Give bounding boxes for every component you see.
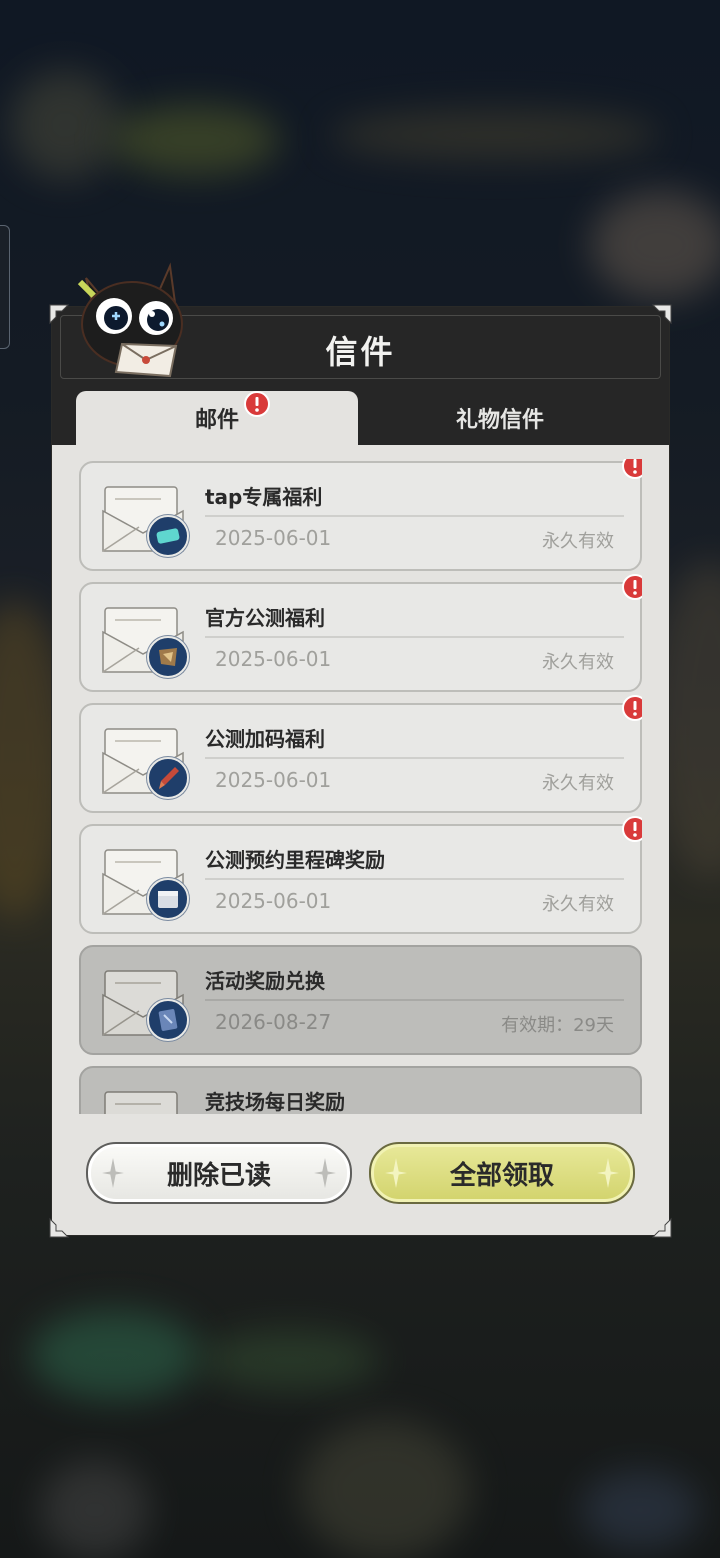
mail-title: 公测预约里程碑奖励 <box>205 848 385 872</box>
sparkle-icon <box>314 1158 336 1188</box>
unread-alert-icon <box>244 391 270 417</box>
unread-alert-icon <box>622 695 642 721</box>
mail-item[interactable]: 公测预约里程碑奖励 2025-06-01 永久有效 <box>79 816 642 934</box>
claim-all-button[interactable]: 全部领取 <box>369 1142 635 1204</box>
mail-validity: 永久有效 <box>542 531 614 552</box>
mail-title: 竞技场每日奖励 <box>205 1090 345 1114</box>
tab-label: 礼物信件 <box>455 408 544 433</box>
mail-item[interactable]: 公测加码福利 2025-06-01 永久有效 <box>79 695 642 813</box>
delete-read-button[interactable]: 删除已读 <box>86 1142 352 1204</box>
mail-item[interactable]: 竞技场每日奖励 <box>79 1066 642 1114</box>
mail-date: 2026-08-27 <box>215 1010 332 1034</box>
black-cat-mascot-icon <box>77 262 183 378</box>
mail-date: 2025-06-01 <box>215 526 332 550</box>
tap-coupon-icon <box>147 515 189 557</box>
brush-icon <box>147 757 189 799</box>
mail-title: 公测加码福利 <box>205 727 325 751</box>
corner-ornament-icon <box>651 304 672 325</box>
mail-item[interactable]: tap专属福利 2025-06-01 永久有效 <box>79 459 642 571</box>
corner-ornament-icon <box>49 1217 70 1238</box>
corner-ornament-icon <box>651 1217 672 1238</box>
mail-date: 2025-06-01 <box>215 889 332 913</box>
mail-title: 官方公测福利 <box>205 606 325 630</box>
mail-item[interactable]: 活动奖励兑换 2026-08-27 有效期：29天 <box>79 945 642 1055</box>
mail-list[interactable]: tap专属福利 2025-06-01 永久有效 官方公测福利 2025-06-0… <box>79 459 642 1114</box>
tab-mail[interactable]: 邮件 <box>76 391 358 445</box>
mail-date: 2025-06-01 <box>215 647 332 671</box>
mail-dialog: 信件 邮件 礼物信件 tap专属福利 2025-06-01 永久有效 官方公测福… <box>49 304 672 1238</box>
mail-item[interactable]: 官方公测福利 2025-06-01 永久有效 <box>79 574 642 692</box>
sparkle-icon <box>385 1158 407 1188</box>
mail-validity: 永久有效 <box>542 773 614 794</box>
mail-date: 2025-06-01 <box>215 768 332 792</box>
mail-validity: 永久有效 <box>542 894 614 915</box>
envelope-icon <box>104 1091 178 1114</box>
sparkle-icon <box>597 1158 619 1188</box>
crystal-card-icon <box>147 999 189 1041</box>
mail-title: tap专属福利 <box>205 485 323 509</box>
side-drawer-handle[interactable] <box>0 225 10 349</box>
sparkle-icon <box>102 1158 124 1188</box>
unread-alert-icon <box>622 459 642 479</box>
crafting-materials-icon <box>147 636 189 678</box>
gift-box-icon <box>147 878 189 920</box>
mail-validity: 永久有效 <box>542 652 614 673</box>
unread-alert-icon <box>622 816 642 842</box>
mail-title: 活动奖励兑换 <box>205 969 325 993</box>
button-label: 全部领取 <box>449 1160 554 1191</box>
tab-gift-mail[interactable]: 礼物信件 <box>359 391 641 445</box>
mail-validity: 有效期：29天 <box>501 1015 614 1036</box>
corner-ornament-icon <box>49 304 70 325</box>
button-label: 删除已读 <box>166 1160 271 1191</box>
tab-label: 邮件 <box>194 408 239 433</box>
unread-alert-icon <box>622 574 642 600</box>
